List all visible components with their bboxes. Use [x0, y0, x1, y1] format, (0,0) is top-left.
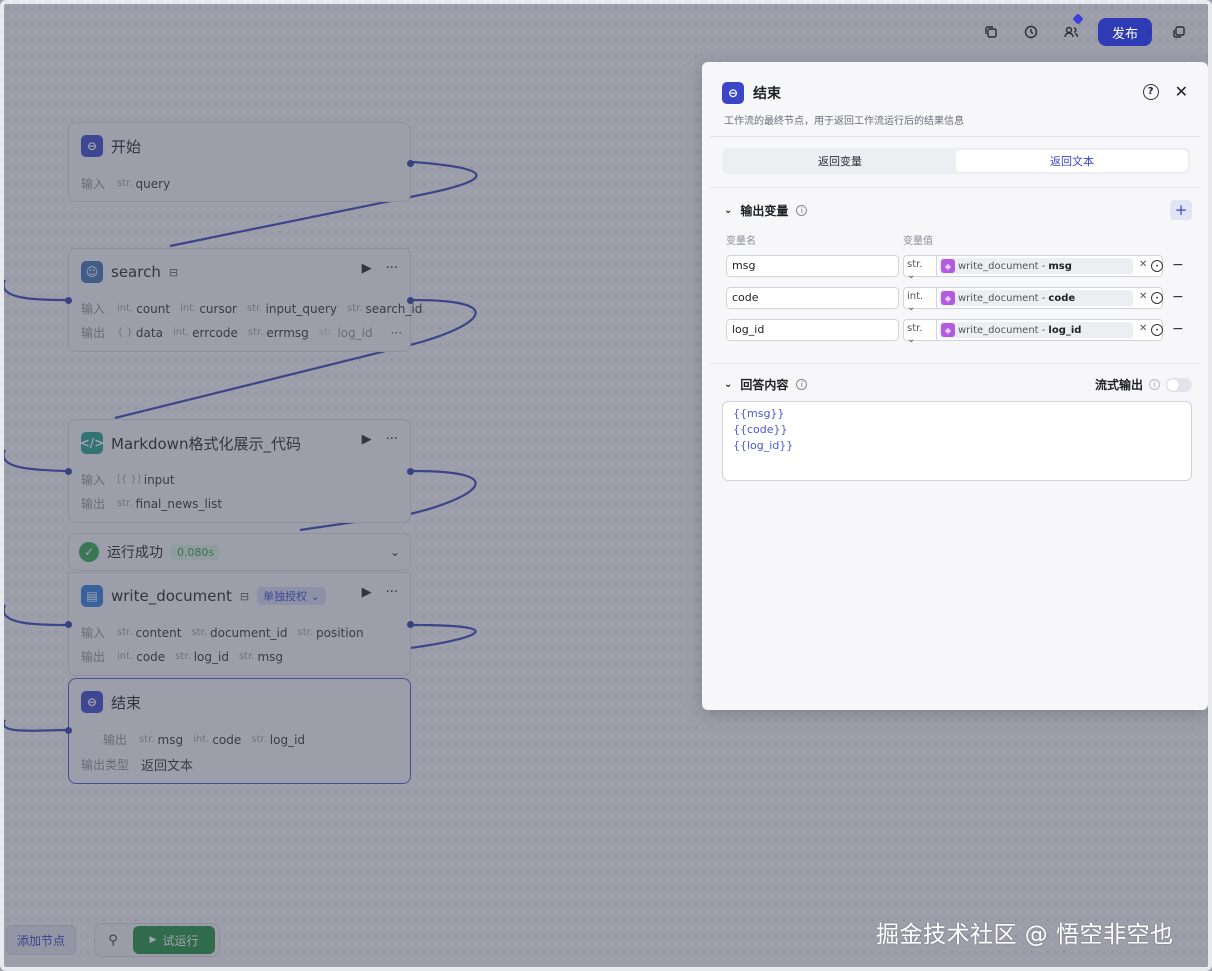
plugin-node-icon: ◈ [941, 323, 955, 337]
answer-line: {{log_id}} [733, 439, 794, 452]
variable-name-input[interactable]: log_id [726, 319, 899, 341]
target-icon[interactable]: • [1151, 292, 1163, 304]
panel-title: 结束 [753, 86, 781, 102]
variable-name-input[interactable]: code [726, 287, 899, 309]
remove-variable-button[interactable]: − [1172, 257, 1184, 273]
column-value-label: 变量值 [903, 236, 933, 247]
type-select[interactable]: str. ⌄ [903, 255, 937, 281]
info-icon: i [1149, 379, 1160, 390]
answer-line: {{msg}} [733, 407, 785, 420]
close-icon[interactable]: ✕ [1175, 82, 1188, 101]
variable-row: code int. ⌄ ◈ write_document - code ✕ • − [726, 287, 1196, 313]
type-select[interactable]: str. ⌄ [903, 319, 937, 345]
info-icon: i [796, 205, 808, 216]
variable-reference-field[interactable]: ◈ write_document - msg ✕ • [937, 255, 1163, 277]
stream-output-label: 流式输出 [1094, 378, 1143, 392]
clear-icon[interactable]: ✕ [1139, 259, 1147, 270]
clear-icon[interactable]: ✕ [1139, 291, 1147, 302]
return-mode-tabs: 返回变量 返回文本 [722, 148, 1190, 174]
column-name-label: 变量名 [726, 236, 756, 247]
panel-description: 工作流的最终节点，用于返回工作流运行后的结果信息 [724, 116, 964, 127]
variable-reference-field[interactable]: ◈ write_document - code ✕ • [937, 287, 1163, 309]
clear-icon[interactable]: ✕ [1139, 323, 1147, 334]
info-icon: i [796, 379, 808, 390]
plugin-node-icon: ◈ [941, 291, 955, 305]
tab-return-text[interactable]: 返回文本 [956, 150, 1188, 172]
top-toolbar: 发布 [978, 13, 1192, 46]
add-variable-button[interactable]: + [1170, 200, 1192, 220]
history-icon[interactable] [1018, 19, 1044, 45]
variable-name-input[interactable]: msg [726, 255, 899, 277]
node-config-panel: ⊖ 结束 工作流的最终节点，用于返回工作流运行后的结果信息 ? ✕ 返回变量 返… [702, 62, 1208, 710]
section-title: 回答内容 [740, 378, 789, 392]
duplicate-icon[interactable] [1166, 19, 1192, 45]
variable-row: log_id str. ⌄ ◈ write_document - log_id ✕… [726, 319, 1196, 345]
end-icon: ⊖ [722, 82, 744, 104]
copy-icon[interactable] [978, 19, 1004, 45]
answer-content-header[interactable]: ⌄ 回答内容 i [724, 376, 808, 393]
collaborators-icon[interactable] [1058, 13, 1084, 45]
divider [710, 136, 1200, 137]
reference-chip: ◈ write_document - code [939, 290, 1133, 306]
watermark: 掘金技术社区 @ 悟空非空也 [876, 922, 1174, 948]
tab-return-variables[interactable]: 返回变量 [724, 150, 956, 172]
reference-chip: ◈ write_document - msg [939, 258, 1133, 274]
help-icon[interactable]: ? [1142, 83, 1159, 100]
answer-content-editor[interactable]: {{msg}} {{code}} {{log_id}} [722, 401, 1192, 481]
remove-variable-button[interactable]: − [1172, 289, 1184, 305]
type-select[interactable]: int. ⌄ [903, 287, 937, 313]
chevron-down-icon: ⌄ [724, 379, 733, 390]
plugin-node-icon: ◈ [941, 259, 955, 273]
remove-variable-button[interactable]: − [1172, 321, 1184, 337]
answer-line: {{code}} [733, 423, 788, 436]
divider [710, 363, 1200, 364]
divider [710, 187, 1200, 188]
output-variables-header[interactable]: ⌄ 输出变量 i [724, 202, 808, 219]
variable-row: msg str. ⌄ ◈ write_document - msg ✕ • − [726, 255, 1196, 281]
section-title: 输出变量 [740, 204, 789, 218]
chevron-down-icon: ⌄ [724, 205, 733, 216]
target-icon[interactable]: • [1151, 260, 1163, 272]
publish-button[interactable]: 发布 [1098, 18, 1152, 46]
variable-reference-field[interactable]: ◈ write_document - log_id ✕ • [937, 319, 1163, 341]
stream-output-toggle[interactable] [1166, 377, 1192, 392]
reference-chip: ◈ write_document - log_id [939, 322, 1133, 338]
target-icon[interactable]: • [1151, 324, 1163, 336]
stream-output-control: 流式输出 i [1095, 376, 1192, 393]
